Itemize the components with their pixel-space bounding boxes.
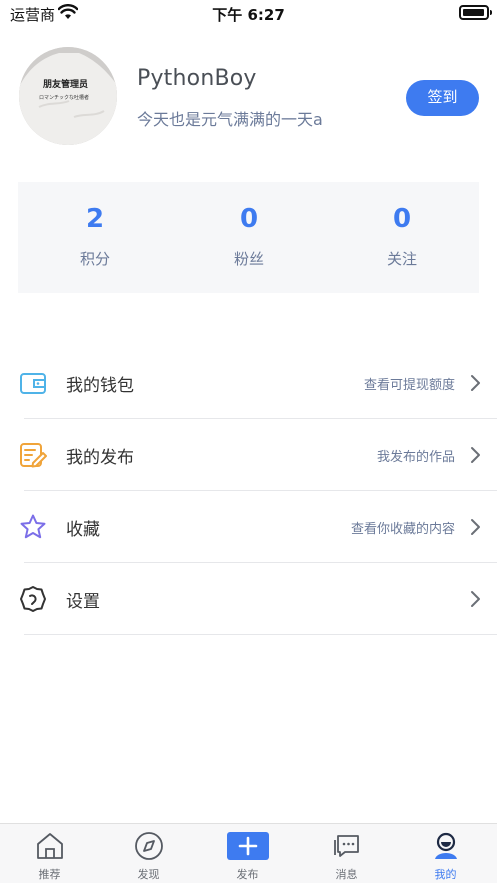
stat-value: 2 — [85, 204, 105, 234]
tab-bar: 推荐 发现 发布 消息 我的 — [0, 823, 497, 883]
menu-title: 收藏 — [66, 520, 100, 540]
star-icon — [20, 514, 46, 539]
stat-label: 粉丝 — [233, 250, 264, 268]
menu-title: 设置 — [66, 592, 100, 612]
stat-value: 0 — [239, 204, 259, 234]
chevron-right-icon — [471, 375, 480, 391]
tab-publish[interactable]: 发布 — [198, 824, 297, 883]
menu-item-wallet[interactable]: 我的钱包 查看可提现额度 — [0, 347, 497, 419]
profile-icon — [435, 832, 457, 859]
stat-label: 关注 — [386, 250, 417, 268]
wallet-icon — [20, 373, 46, 394]
stat-followers[interactable]: 0 粉丝 — [172, 182, 326, 293]
menu-item-favorites[interactable]: 收藏 查看你收藏的内容 — [0, 491, 497, 563]
stat-points[interactable]: 2 积分 — [18, 182, 172, 293]
battery-fill — [463, 9, 484, 16]
tab-label: 推荐 — [38, 868, 61, 881]
avatar-shirt-text-2: ロマンチックな吐槽者 — [39, 94, 89, 101]
status-time: 下午 6:27 — [212, 6, 285, 24]
stat-value: 0 — [392, 204, 412, 234]
chevron-right-icon — [471, 447, 480, 463]
menu-title: 我的发布 — [66, 448, 134, 468]
avatar-image: 朋友管理员 ロマンチックな吐槽者 — [19, 47, 117, 145]
stat-following[interactable]: 0 关注 — [325, 182, 479, 293]
avatar[interactable]: 朋友管理员 ロマンチックな吐槽者 — [19, 47, 117, 145]
add-icon — [227, 832, 269, 860]
compass-icon — [135, 832, 163, 860]
message-icon — [334, 835, 359, 857]
battery-icon — [459, 5, 492, 20]
user-motto: 今天也是元气满满的一天a — [137, 110, 323, 129]
username: PythonBoy — [137, 66, 257, 91]
tab-mine[interactable]: 我的 — [396, 824, 495, 883]
avatar-shirt-text-1: 朋友管理员 — [42, 78, 88, 90]
menu-hint: 查看你收藏的内容 — [350, 522, 455, 537]
checkin-button[interactable]: 签到 — [406, 80, 479, 116]
edit-icon — [20, 443, 47, 468]
tab-discover[interactable]: 发现 — [99, 824, 198, 883]
menu-hint: 我发布的作品 — [376, 450, 455, 465]
tab-label: 我的 — [434, 868, 457, 881]
chevron-right-icon — [471, 519, 480, 535]
tab-label: 消息 — [335, 868, 358, 881]
menu-item-my-posts[interactable]: 我的发布 我发布的作品 — [0, 419, 497, 491]
menu-item-settings[interactable]: 设置 — [0, 563, 497, 635]
tab-label: 发现 — [137, 868, 160, 881]
status-bar: 运营商 下午 6:27 — [0, 0, 497, 26]
menu-hint: 查看可提现额度 — [363, 378, 455, 393]
menu-title: 我的钱包 — [66, 376, 134, 396]
settings-icon — [20, 586, 46, 612]
divider — [24, 634, 497, 635]
tab-messages[interactable]: 消息 — [297, 824, 396, 883]
tab-label: 发布 — [236, 868, 259, 881]
stats-card: 2 积分 0 粉丝 0 关注 — [18, 182, 479, 293]
home-icon — [37, 833, 63, 859]
tab-recommend[interactable]: 推荐 — [0, 824, 99, 883]
chevron-right-icon — [471, 591, 480, 607]
stat-label: 积分 — [79, 250, 110, 268]
